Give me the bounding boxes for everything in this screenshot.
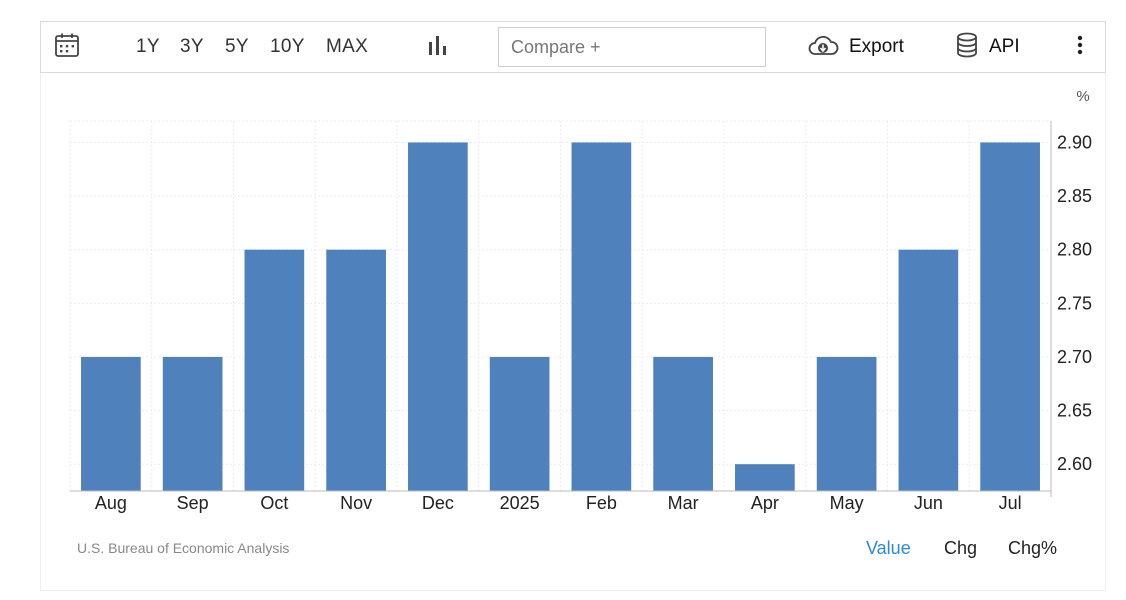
y-tick-label: 2.65 [1057,401,1092,421]
y-tick-label: 2.70 [1057,347,1092,367]
bar-2025 [489,356,550,491]
y-tick-label: 2.80 [1057,240,1092,260]
x-tick-label: Apr [751,493,779,513]
bar-chart: 2.60 2.65 2.70 2.75 2.80 2.85 2.90 Aug Sep Oct Nov… [69,88,1092,513]
bar-aug [81,356,141,491]
bar-apr [735,464,795,491]
x-tick-label: Sep [177,493,209,513]
bar-mar [653,356,713,491]
unit-label: % [1076,88,1089,105]
x-tick-label: Aug [95,493,127,513]
bar-nov [326,249,386,491]
x-tick-label: Jun [914,493,943,513]
x-tick-label: Jul [999,493,1022,513]
y-tick-label: 2.60 [1057,454,1092,474]
source-attribution: U.S. Bureau of Economic Analysis [77,540,290,556]
bar-dec [408,142,468,491]
mode-chg-button[interactable]: Chg [944,538,977,559]
y-tick-label: 2.85 [1057,186,1092,206]
bar-oct [244,249,305,491]
y-tick-label: 2.90 [1057,132,1092,152]
x-tick-label: Feb [586,493,617,513]
x-tick-label: May [830,493,864,513]
mode-value-button[interactable]: Value [866,538,911,559]
bar-sep [162,356,223,491]
mode-chg-percent-button[interactable]: Chg% [1008,538,1057,559]
bar-feb [571,142,632,491]
x-tick-label: Nov [340,493,372,513]
x-tick-label: Dec [422,493,454,513]
bar-may [816,356,877,491]
bar-jun [898,249,959,491]
bar-jul [980,142,1040,491]
x-tick-label: Mar [668,493,699,513]
x-tick-label: Oct [260,493,288,513]
x-tick-label: 2025 [500,493,540,513]
y-tick-label: 2.75 [1057,293,1092,313]
